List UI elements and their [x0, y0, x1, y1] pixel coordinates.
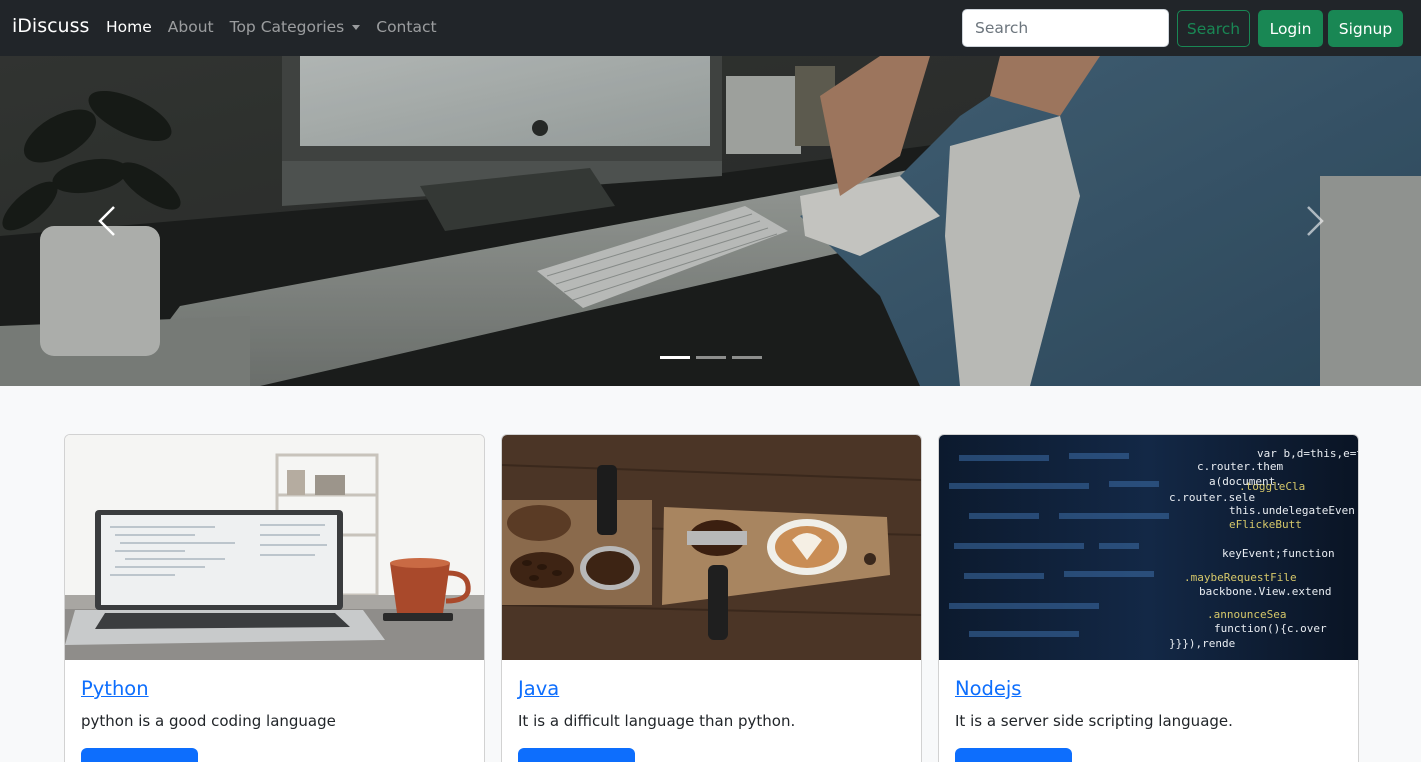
svg-text:this.undelegateEven: this.undelegateEven: [1229, 504, 1355, 517]
carousel-indicator-2[interactable]: [696, 356, 726, 359]
svg-text:}}}),rende: }}}),rende: [1169, 637, 1235, 650]
chevron-right-icon: [1307, 206, 1324, 236]
nav-links: Home About Top Categories Contact: [106, 18, 453, 36]
svg-text:c.router.them: c.router.them: [1197, 460, 1283, 473]
card-text: python is a good coding language: [81, 712, 336, 730]
nav-link-home[interactable]: Home: [106, 18, 152, 36]
search-input[interactable]: [962, 9, 1169, 47]
carousel-indicator-3[interactable]: [732, 356, 762, 359]
svg-text:keyEvent;function: keyEvent;function: [1222, 547, 1335, 560]
card-title-java[interactable]: Java: [518, 677, 559, 700]
svg-text:function(){c.over: function(){c.over: [1214, 622, 1327, 635]
svg-text:.announceSea: .announceSea: [1207, 608, 1286, 621]
nav-link-top-categories-label: Top Categories: [229, 18, 345, 36]
carousel-prev-button[interactable]: [77, 196, 137, 246]
view-threads-button[interactable]: [955, 748, 1072, 762]
svg-text:.maybeRequestFile: .maybeRequestFile: [1184, 571, 1297, 584]
carousel-slide-image: [0, 56, 1421, 386]
card-text: It is a difficult language than python.: [518, 712, 796, 730]
hero-carousel: [0, 56, 1421, 386]
search-button[interactable]: Search: [1177, 10, 1250, 47]
login-button[interactable]: Login: [1258, 10, 1323, 47]
nav-link-about[interactable]: About: [168, 18, 214, 36]
carousel-indicator-1[interactable]: [660, 356, 690, 359]
card-title-nodejs[interactable]: Nodejs: [955, 677, 1021, 700]
nav-link-top-categories[interactable]: Top Categories: [230, 18, 361, 36]
chevron-left-icon: [98, 206, 115, 236]
category-card: Java It is a difficult language than pyt…: [501, 434, 922, 762]
svg-text:eFlickeButt: eFlickeButt: [1229, 518, 1302, 531]
card-image: [502, 435, 921, 660]
view-threads-button[interactable]: [81, 748, 198, 762]
nav-link-contact[interactable]: Contact: [376, 18, 436, 36]
svg-text:c.router.sele: c.router.sele: [1169, 491, 1255, 504]
card-image: .toggleCla eFlickeButt .maybeRequestFile…: [939, 435, 1358, 660]
signup-button[interactable]: Signup: [1328, 10, 1403, 47]
svg-text:var b,d=this,e=t: var b,d=this,e=t: [1257, 447, 1358, 460]
carousel-next-button[interactable]: [1285, 196, 1345, 246]
view-threads-button[interactable]: [518, 748, 635, 762]
chevron-down-icon: [352, 24, 361, 30]
category-card: .toggleCla eFlickeButt .maybeRequestFile…: [938, 434, 1359, 762]
category-card: Python python is a good coding language: [64, 434, 485, 762]
card-text: It is a server side scripting language.: [955, 712, 1233, 730]
carousel-indicators: [660, 356, 768, 359]
svg-text:backbone.View.extend: backbone.View.extend: [1199, 585, 1331, 598]
svg-text:a(document.: a(document.: [1209, 475, 1282, 488]
brand-logo[interactable]: iDiscuss: [12, 15, 89, 37]
card-title-python[interactable]: Python: [81, 677, 149, 700]
card-image: [65, 435, 484, 660]
navbar: iDiscuss Home About Top Categories Conta…: [0, 0, 1421, 56]
